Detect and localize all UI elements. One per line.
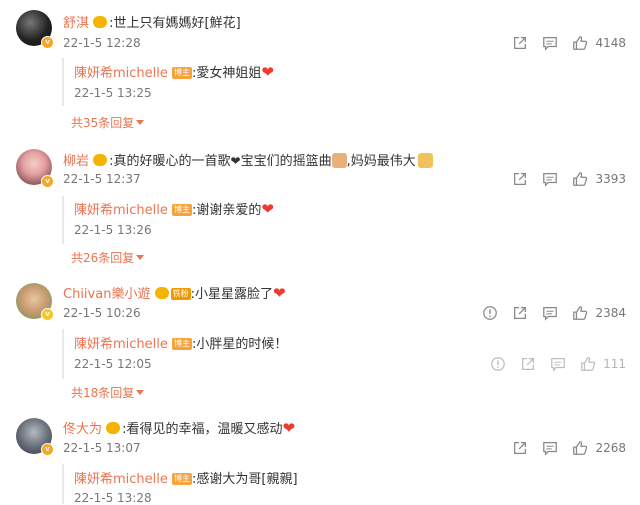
- like-count: 3393: [595, 172, 626, 186]
- fan-tag: 铁粉: [170, 288, 191, 300]
- username[interactable]: 柳岩: [63, 154, 89, 169]
- caret-down-icon: [136, 120, 145, 125]
- share-icon[interactable]: [511, 34, 529, 52]
- reply-text: :感谢大为哥[親親]: [192, 472, 298, 487]
- reply-box: 陳妍希michelle 博主:愛女神姐姐❤ 22-1-5 13:25: [62, 58, 274, 106]
- reply-header: 陳妍希michelle 博主:感谢大为哥[親親]: [74, 468, 298, 487]
- thumbs-up-icon[interactable]: [571, 170, 589, 188]
- verified-badge-icon: v: [41, 175, 54, 188]
- share-icon[interactable]: [519, 355, 537, 373]
- reply-username[interactable]: 陳妍希michelle: [74, 337, 168, 352]
- more-replies-label: 共26条回复: [71, 251, 135, 265]
- verified-badge-icon: v: [41, 443, 54, 456]
- like-count: 4148: [595, 36, 626, 50]
- report-icon[interactable]: [481, 304, 499, 322]
- verified-badge-icon: v: [41, 36, 54, 49]
- more-replies-label: 共18条回复: [71, 386, 135, 400]
- comment-icon[interactable]: [541, 34, 559, 52]
- comment-item: v 柳岩 :真的好暖心的一首歌❤宝宝们的摇篮曲 ,妈妈最伟大 22-1-5 12:…: [0, 140, 640, 275]
- report-icon[interactable]: [489, 355, 507, 373]
- double-heart-icon: ❤: [230, 154, 241, 168]
- reply-like-count: 111: [603, 357, 626, 371]
- verified-badge-icon: v: [41, 308, 54, 321]
- fan-medal-icon: [93, 16, 108, 28]
- reply-box: 陳妍希michelle 博主:感谢大为哥[親親] 22-1-5 13:28: [62, 464, 298, 505]
- comment-header: Chiivan樂小遊 铁粉:小星星露脸了❤: [63, 283, 286, 302]
- comment-time: 22-1-5 13:07: [63, 441, 141, 455]
- reply-text: :愛女神姐姐: [192, 66, 262, 81]
- author-badge: 博主: [172, 473, 193, 485]
- comment-icon[interactable]: [549, 355, 567, 373]
- like-count: 2384: [595, 306, 626, 320]
- comment-text: :小星星露脸了: [190, 287, 273, 302]
- reply-actions: 111: [477, 355, 626, 373]
- comment-header: 舒淇 :世上只有媽媽好[鮮花]: [63, 12, 241, 31]
- fan-medal-icon: [154, 287, 169, 299]
- sleep-emoji-icon: [331, 153, 347, 168]
- comment-text: :看得见的幸福，温暖又感动: [122, 422, 283, 437]
- comment-time: 22-1-5 12:28: [63, 36, 141, 50]
- comment-text-part: :真的好暖心的一首歌: [109, 154, 231, 169]
- reply-header: 陳妍希michelle 博主:小胖星的时候！: [74, 333, 287, 352]
- comment-actions: 3393: [499, 170, 626, 188]
- more-replies-link[interactable]: 共26条回复: [71, 249, 145, 266]
- author-badge: 博主: [172, 338, 193, 350]
- reply-box: 陳妍希michelle 博主:小胖星的时候！ 22-1-5 12:05: [62, 329, 287, 379]
- reply-username[interactable]: 陳妍希michelle: [74, 203, 168, 218]
- more-replies-link[interactable]: 共18条回复: [71, 384, 145, 401]
- comment-icon[interactable]: [541, 439, 559, 457]
- fan-medal-icon: [106, 422, 121, 434]
- comment-actions: 2268: [499, 439, 626, 457]
- grin-emoji-icon: [417, 153, 433, 168]
- comment-icon[interactable]: [541, 304, 559, 322]
- username[interactable]: Chiivan樂小遊: [63, 287, 150, 302]
- caret-down-icon: [136, 255, 145, 260]
- share-icon[interactable]: [511, 304, 529, 322]
- reply-box: 陳妍希michelle 博主:谢谢亲爱的❤ 22-1-5 13:26: [62, 196, 274, 244]
- like-count: 2268: [595, 441, 626, 455]
- reply-username[interactable]: 陳妍希michelle: [74, 66, 168, 81]
- comment-icon[interactable]: [541, 170, 559, 188]
- reply-time: 22-1-5 13:26: [74, 223, 152, 237]
- reply-time: 22-1-5 13:25: [74, 86, 152, 100]
- author-badge: 博主: [172, 204, 193, 216]
- comment-text-part: 宝宝们的摇篮曲: [240, 154, 332, 169]
- share-icon[interactable]: [511, 439, 529, 457]
- comment-time: 22-1-5 12:37: [63, 172, 141, 186]
- thumbs-up-icon[interactable]: [571, 34, 589, 52]
- reply-text: :谢谢亲爱的: [192, 203, 262, 218]
- username[interactable]: 舒淇: [63, 16, 89, 31]
- heart-icon: ❤: [282, 419, 296, 437]
- comment-time: 22-1-5 10:26: [63, 306, 141, 320]
- comment-header: 柳岩 :真的好暖心的一首歌❤宝宝们的摇篮曲 ,妈妈最伟大: [63, 150, 433, 169]
- more-replies-label: 共35条回复: [71, 116, 135, 130]
- comment-item: v Chiivan樂小遊 铁粉:小星星露脸了❤ 22-1-5 10:26 238…: [0, 275, 640, 410]
- fan-medal-icon: [93, 154, 108, 166]
- reply-header: 陳妍希michelle 博主:谢谢亲爱的❤: [74, 199, 274, 218]
- share-icon[interactable]: [511, 170, 529, 188]
- more-replies-link[interactable]: 共35条回复: [71, 114, 145, 131]
- comment-text: :世上只有媽媽好[鮮花]: [109, 16, 241, 31]
- heart-icon: ❤: [261, 200, 274, 218]
- comment-header: 佟大为 :看得见的幸福，温暖又感动❤: [63, 418, 295, 437]
- comment-text-part: ,妈妈最伟大: [346, 154, 416, 169]
- thumbs-up-icon[interactable]: [571, 439, 589, 457]
- thumbs-up-icon[interactable]: [571, 304, 589, 322]
- reply-header: 陳妍希michelle 博主:愛女神姐姐❤: [74, 62, 274, 81]
- reply-username[interactable]: 陳妍希michelle: [74, 472, 168, 487]
- heart-icon: ❤: [272, 284, 286, 302]
- thumbs-up-icon[interactable]: [579, 355, 597, 373]
- caret-down-icon: [136, 390, 145, 395]
- comment-actions: 4148: [499, 34, 626, 52]
- author-badge: 博主: [172, 67, 193, 79]
- comment-item: v 佟大为 :看得见的幸福，温暖又感动❤ 22-1-5 13:07 2268 陳…: [0, 410, 640, 505]
- reply-time: 22-1-5 12:05: [74, 357, 152, 371]
- comment-actions: 2384: [469, 304, 626, 322]
- heart-icon: ❤: [261, 63, 274, 81]
- comment-item: v 舒淇 :世上只有媽媽好[鮮花] 22-1-5 12:28 4148 陳妍希m…: [0, 0, 640, 140]
- reply-text: :小胖星的时候！: [192, 337, 288, 352]
- username[interactable]: 佟大为: [63, 422, 102, 437]
